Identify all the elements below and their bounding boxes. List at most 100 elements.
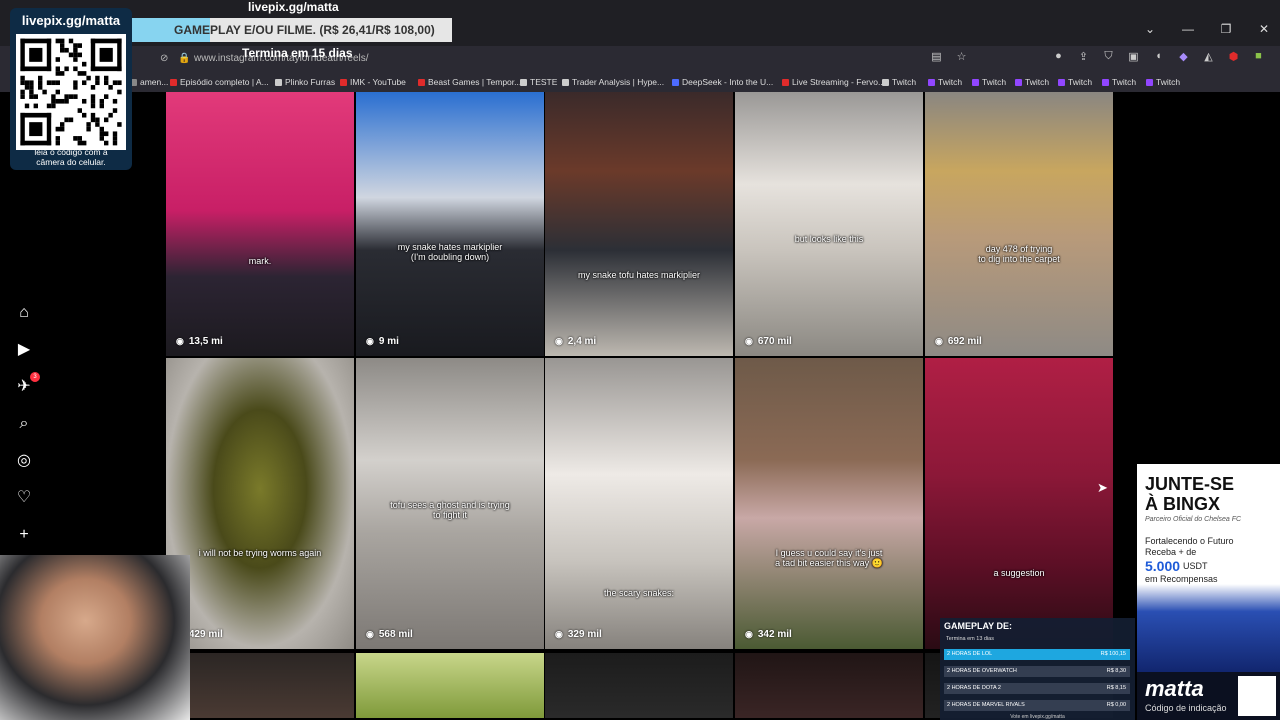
bookmark-item[interactable]: TESTE: [520, 77, 557, 87]
play-count-icon: ◉: [366, 629, 374, 639]
reel-tile[interactable]: I guess u could say it's just a tad bit …: [735, 358, 923, 649]
play-count-icon: ◉: [555, 629, 563, 639]
messages-badge: 3: [30, 372, 40, 382]
reel-caption: my snake tofu hates markiplier: [577, 270, 701, 280]
bookmark-item[interactable]: IMK - YouTube: [340, 77, 406, 87]
extension-c-icon[interactable]: ●: [1052, 50, 1065, 63]
reader-view-icon[interactable]: ▤: [930, 50, 943, 63]
close-icon[interactable]: ✕: [1256, 22, 1272, 36]
reel-view-count: ◉ 568 mil: [366, 629, 413, 640]
reel-caption: I guess u could say it's just a tad bit …: [775, 548, 883, 568]
reel-tile[interactable]: day 478 of trying to dig into the carpet…: [925, 92, 1113, 356]
bookmark-item[interactable]: Twitch: [1102, 77, 1136, 87]
extension-dark-icon[interactable]: ◭: [1202, 50, 1215, 63]
qr-caption-line-1: leia o código com a: [34, 147, 108, 157]
home-icon[interactable]: ⌂: [14, 302, 34, 323]
gameplay-option-price: R$ 100,15: [1100, 651, 1126, 657]
gameplay-option-price: R$ 0,00: [1106, 702, 1126, 708]
bookmark-item[interactable]: Trader Analysis | Hype...: [562, 77, 664, 87]
tracking-protection-icon[interactable]: ⊘: [160, 50, 168, 68]
reel-caption: i will not be trying worms again: [198, 548, 322, 558]
reel-view-count: ◉ 9 mi: [366, 336, 399, 347]
search-icon[interactable]: ⌕: [14, 413, 34, 434]
reel-tile[interactable]: tofu sees a ghost and is trying to fight…: [356, 358, 544, 649]
bookmark-item[interactable]: Twitch: [1015, 77, 1049, 87]
reel-tile[interactable]: [356, 653, 544, 718]
bookmark-item[interactable]: Twitch: [1146, 77, 1180, 87]
play-count-icon: ◉: [935, 336, 943, 346]
matta-caption: Código de indicação: [1145, 703, 1227, 713]
gameplay-option-label: 2 HORAS DE DOTA 2: [947, 685, 1001, 691]
bookmark-star-icon[interactable]: ☆: [955, 50, 968, 63]
bookmark-item[interactable]: amen...: [130, 77, 168, 87]
reel-caption: tofu sees a ghost and is trying to fight…: [390, 500, 510, 520]
reel-tile[interactable]: [166, 653, 354, 718]
reel-tile[interactable]: my snake tofu hates markiplier ◉ 2,4 mi: [545, 92, 733, 356]
bookmark-favicon-icon: [882, 78, 889, 86]
bookmark-item[interactable]: Twitch: [928, 77, 962, 87]
play-count-icon: ◉: [176, 336, 184, 346]
bookmark-item[interactable]: Live Streaming - Fervo...: [782, 77, 885, 87]
restore-icon[interactable]: ❐: [1218, 22, 1234, 36]
bookmark-label: Twitch: [982, 77, 1007, 87]
play-count-icon: ◉: [745, 336, 753, 346]
bookmark-favicon-icon: [672, 78, 679, 86]
reel-tile[interactable]: a suggestion: [925, 358, 1113, 649]
gameplay-option-label: 2 HORAS DE MARVEL RIVALS: [947, 702, 1025, 708]
gameplay-subtitle: Termina em 13 dias: [946, 636, 994, 642]
extension-share-icon[interactable]: ⇪: [1077, 50, 1090, 63]
notifications-icon[interactable]: ♡: [14, 487, 34, 508]
extension-off-icon[interactable]: ■: [1252, 50, 1265, 63]
bookmark-item[interactable]: Twitch: [882, 77, 916, 87]
reel-tile[interactable]: but looks like this ◉ 670 mil: [735, 92, 923, 356]
reel-tile[interactable]: my snake hates markiplier (I'm doubling …: [356, 92, 544, 356]
matta-logo: matta: [1145, 676, 1204, 701]
ad-body-line-2: Receba + de: [1145, 547, 1197, 557]
adblock-icon[interactable]: ⬢: [1227, 50, 1240, 63]
extension-sound-icon[interactable]: ◖: [1152, 50, 1165, 63]
extension-shield-icon[interactable]: ⛉: [1102, 50, 1115, 63]
reel-view-count: ◉ 342 mil: [745, 629, 792, 640]
reel-tile[interactable]: [545, 653, 733, 718]
reel-caption: my snake hates markiplier (I'm doubling …: [397, 242, 503, 262]
reel-tile[interactable]: [735, 653, 923, 718]
reel-caption: mark.: [248, 256, 272, 266]
bookmark-label: Live Streaming - Fervo...: [792, 77, 886, 87]
reel-tile[interactable]: i will not be trying worms again◉429 mil: [166, 358, 354, 649]
chevron-down-icon[interactable]: ⌄: [1142, 22, 1158, 36]
bookmark-item[interactable]: Twitch: [1058, 77, 1092, 87]
bookmark-item[interactable]: Beast Games | Tempor...: [418, 77, 521, 87]
qr-title: livepix.gg/matta: [21, 13, 121, 28]
messages-icon[interactable]: ✈ 3: [14, 372, 40, 397]
reel-view-count: ◉ 2,4 mi: [555, 336, 596, 347]
qr-caption-line-2: câmera do celular.: [36, 157, 106, 167]
bookmark-favicon-icon: [340, 78, 347, 86]
bookmark-item[interactable]: DeepSeek - Into the U...: [672, 77, 773, 87]
bookmark-item[interactable]: Twitch: [972, 77, 1006, 87]
bookmark-item[interactable]: Episódio completo | A...: [170, 77, 269, 87]
ad-players-image: [1137, 584, 1280, 676]
reel-tile[interactable]: the scary snakes: ◉ 329 mil: [545, 358, 733, 649]
bookmark-item[interactable]: Plinko Furras: [275, 77, 335, 87]
gameplay-vote-panel: GAMEPLAY DE: Termina em 13 dias 2 HORAS …: [940, 618, 1135, 720]
bookmark-favicon-icon: [418, 78, 425, 86]
play-count-icon: ◉: [555, 336, 563, 346]
reel-tile[interactable]: mark. ◉ 13,5 mi: [166, 92, 354, 356]
extension-lock-icon[interactable]: ▣: [1127, 50, 1140, 63]
explore-icon[interactable]: ◎: [14, 450, 34, 471]
extension-purple-icon[interactable]: ◆: [1177, 50, 1190, 63]
minimize-icon[interactable]: —: [1180, 22, 1196, 36]
play-count-icon: ◉: [745, 629, 753, 639]
qr-caption: leia o código com a câmera do celular.: [10, 147, 132, 167]
ad-title-line-2: À BINGX: [1145, 494, 1221, 514]
reels-icon[interactable]: ▶: [14, 339, 34, 360]
bookmark-favicon-icon: [928, 78, 935, 86]
bookmark-favicon-icon: [520, 78, 527, 86]
bookmark-label: Twitch: [1025, 77, 1050, 87]
bookmark-favicon-icon: [782, 78, 789, 86]
gameplay-option-label: 2 HORAS DE OVERWATCH: [947, 668, 1017, 674]
reel-views-text: 329 mil: [567, 629, 602, 640]
create-icon[interactable]: +: [14, 524, 34, 545]
lock-icon[interactable]: 🔒: [178, 50, 190, 68]
